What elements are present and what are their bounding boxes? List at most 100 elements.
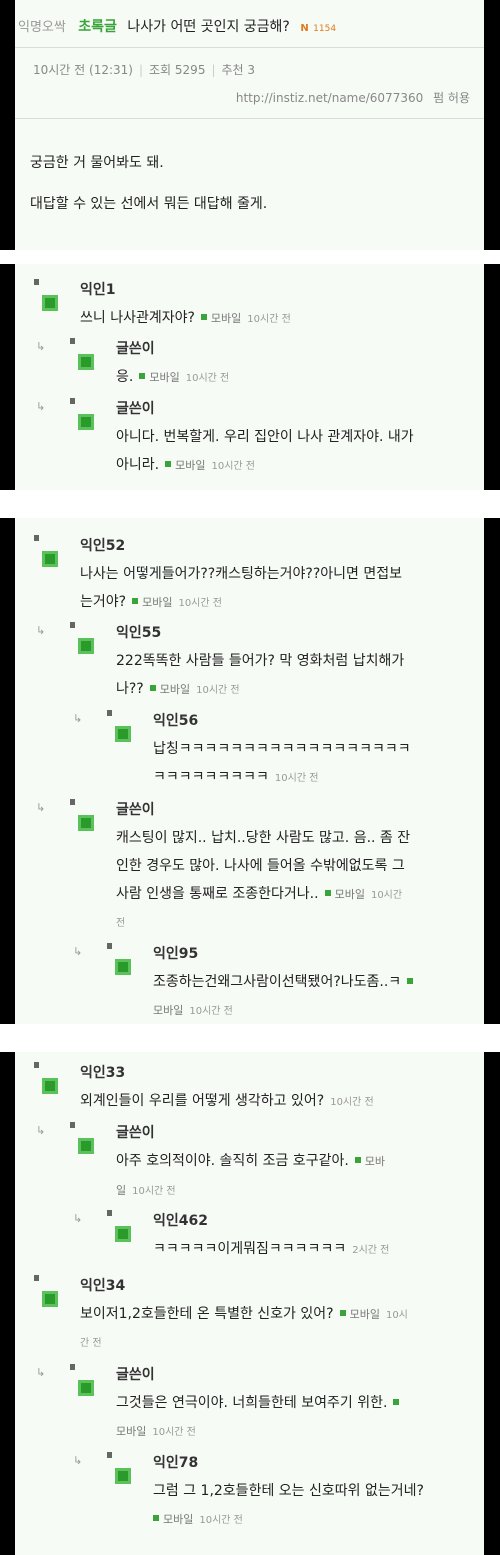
comment-text: 외계인들이 우리를 어떻게 생각하고 있어? 10시간 전: [80, 1093, 374, 1109]
comment-time: 10시: [385, 1310, 408, 1321]
comment-author[interactable]: 글쓴이: [116, 1122, 155, 1142]
reply-arrow-icon: ↳: [73, 1454, 83, 1467]
comment-time: 10시간 전: [132, 1186, 176, 1197]
post-title: 나사가 어떤 곳인지 궁금해?: [127, 19, 290, 35]
avatar-icon: [78, 815, 94, 831]
comment-time: 2시간 전: [352, 1245, 390, 1256]
post-card: 익명오싹 초록글 나사가 어떤 곳인지 궁금해? N 1154 10시간 전 (…: [0, 0, 500, 250]
comment-author[interactable]: 익인33: [80, 1062, 125, 1082]
comment-thread: 익인33 외계인들이 우리를 어떻게 생각하고 있어? 10시간 전 ↳ 글쓴이 …: [0, 1052, 500, 1555]
bullet-icon: [70, 338, 75, 344]
post-views: 조회 5295: [149, 63, 206, 77]
mobile-label: 모바일: [159, 683, 191, 696]
bullet-icon: [34, 535, 39, 541]
comment-text: 보이저1,2호들한테 온 특별한 신호가 있어? 모바일 10시 간 전: [80, 1306, 408, 1349]
mobile-dot-icon: [200, 314, 207, 320]
comment-author[interactable]: 글쓴이: [116, 799, 155, 819]
bullet-icon: [107, 1210, 112, 1216]
reply-arrow-icon: ↳: [36, 1124, 46, 1137]
divider: [15, 118, 484, 119]
comment-time: 10시간 전: [330, 1097, 374, 1108]
comment-time: 10시간 전: [178, 598, 222, 609]
mobile-dot-icon: [407, 978, 414, 984]
comment-author[interactable]: 익인34: [80, 1275, 125, 1295]
post-body-line: 대답할 수 있는 선에서 뭐든 대답해 줄게.: [30, 196, 268, 212]
bullet-icon: [34, 1062, 39, 1068]
comment-author[interactable]: 글쓴이: [116, 338, 155, 358]
comment-text: 응. 모바일 10시간 전: [116, 369, 230, 385]
comment-author[interactable]: 익인52: [80, 535, 125, 555]
post-recommend[interactable]: 추천 3: [222, 63, 256, 77]
comment-time: 10시간 전: [211, 461, 255, 472]
comment-time: 10시간 전: [274, 773, 319, 784]
avatar-icon: [78, 354, 94, 370]
bullet-icon: [107, 1452, 112, 1458]
comment-text: 그것들은 연극이야. 너희들한테 보여주기 위한. 모바일 10시간 전: [116, 1389, 403, 1447]
bullet-icon: [107, 710, 112, 716]
comment-author[interactable]: 익인55: [116, 622, 161, 642]
comment-author[interactable]: 익인462: [153, 1210, 208, 1230]
avatar-icon: [42, 1078, 58, 1094]
comment-text: ㅋㅋㅋㅋㅋ이게뭐짐ㅋㅋㅋㅋㅋㅋ 2시간 전: [153, 1241, 390, 1257]
category-label[interactable]: 초록글: [78, 19, 117, 35]
comment-text: 그럼 그 1,2호들한테 오는 신호따위 없는거네? 모바일 10시간 전: [153, 1483, 424, 1526]
post-url-row: http://instiz.net/name/6077360 펌 허용: [236, 89, 470, 106]
reply-arrow-icon: ↳: [36, 1366, 46, 1379]
avatar-icon: [115, 959, 131, 975]
mobile-label: 모바일: [175, 459, 206, 472]
avatar-icon: [78, 638, 94, 654]
comment-time: 10시간 전: [152, 1427, 196, 1438]
reply-arrow-icon: ↳: [73, 1212, 83, 1225]
bullet-icon: [34, 1275, 39, 1281]
post-body-line: 궁금한 거 물어봐도 돼.: [30, 155, 164, 171]
new-badge: N: [300, 23, 309, 34]
comment-time: 10시간 전: [196, 685, 240, 696]
bullet-icon: [70, 398, 75, 404]
comment-author[interactable]: 글쓴이: [116, 1364, 155, 1384]
avatar-icon: [115, 1468, 131, 1484]
mobile-label: 모바일: [149, 371, 180, 384]
copy-permission: 펌 허용: [433, 91, 470, 105]
comment-thread: 익인52 나사는 어떻게들어가??캐스팅하는거야??아니면 면접보 는거야? 모바…: [0, 518, 500, 1024]
view-count-badge: 1154: [313, 24, 337, 34]
comment-author[interactable]: 익인1: [80, 279, 116, 299]
bullet-icon: [107, 943, 112, 949]
bullet-icon: [34, 279, 39, 285]
reply-arrow-icon: ↳: [36, 801, 46, 814]
bullet-icon: [70, 1122, 75, 1128]
comment-author[interactable]: 글쓴이: [116, 398, 155, 418]
reply-arrow-icon: ↳: [73, 712, 83, 725]
comment-text: 조종하는건왜그사람이선택됐어?나도좀..ㅋ 모바일 10시간 전: [153, 968, 417, 1024]
mobile-dot-icon: [165, 461, 172, 467]
comment-text: 캐스팅이 많지.. 납치..당한 사람도 많고. 음.. 좀 잔 인한 경우도 …: [116, 830, 411, 929]
comment-text: 납칭ㅋㅋㅋㅋㅋㅋㅋㅋㅋㅋㅋㅋㅋㅋㅋㅋㅋㅋ ㅋㅋㅋㅋㅋㅋㅋㅋㅋ 10시간 전: [153, 741, 411, 785]
mobile-label: 모바: [364, 1155, 386, 1168]
comment-time: 10시간: [370, 890, 403, 901]
mobile-dot-icon: [139, 373, 146, 379]
comment-author[interactable]: 익인78: [153, 1452, 198, 1472]
mobile-dot-icon: [354, 1157, 361, 1163]
bullet-icon: [70, 622, 75, 628]
reply-arrow-icon: ↳: [36, 400, 46, 413]
avatar-icon: [115, 1226, 131, 1242]
comment-time: 10시간 전: [185, 373, 230, 384]
board-name[interactable]: 익명오싹: [18, 20, 66, 35]
mobile-dot-icon: [324, 890, 331, 896]
mobile-dot-icon: [153, 1515, 159, 1521]
mobile-label: 모바일: [349, 1308, 380, 1321]
comment-author[interactable]: 익인56: [153, 710, 198, 730]
reply-arrow-icon: ↳: [73, 945, 83, 958]
avatar-icon: [78, 414, 94, 430]
mobile-dot-icon: [149, 685, 156, 691]
comment-time: 10시간 전: [247, 314, 291, 325]
post-meta: 10시간 전 (12:31) | 조회 5295 | 추천 3: [33, 63, 256, 77]
avatar-icon: [42, 1291, 58, 1307]
post-url[interactable]: http://instiz.net/name/6077360: [236, 91, 423, 105]
comment-text: 아주 호의적이야. 솔직히 조금 호구같아. 모바 일 10시간 전: [116, 1153, 386, 1197]
comment-author[interactable]: 익인95: [153, 943, 198, 963]
mobile-dot-icon: [132, 598, 139, 604]
mobile-dot-icon: [339, 1310, 346, 1316]
reply-arrow-icon: ↳: [36, 340, 46, 353]
mobile-label: 모바일: [153, 1004, 184, 1017]
bullet-icon: [70, 799, 75, 805]
